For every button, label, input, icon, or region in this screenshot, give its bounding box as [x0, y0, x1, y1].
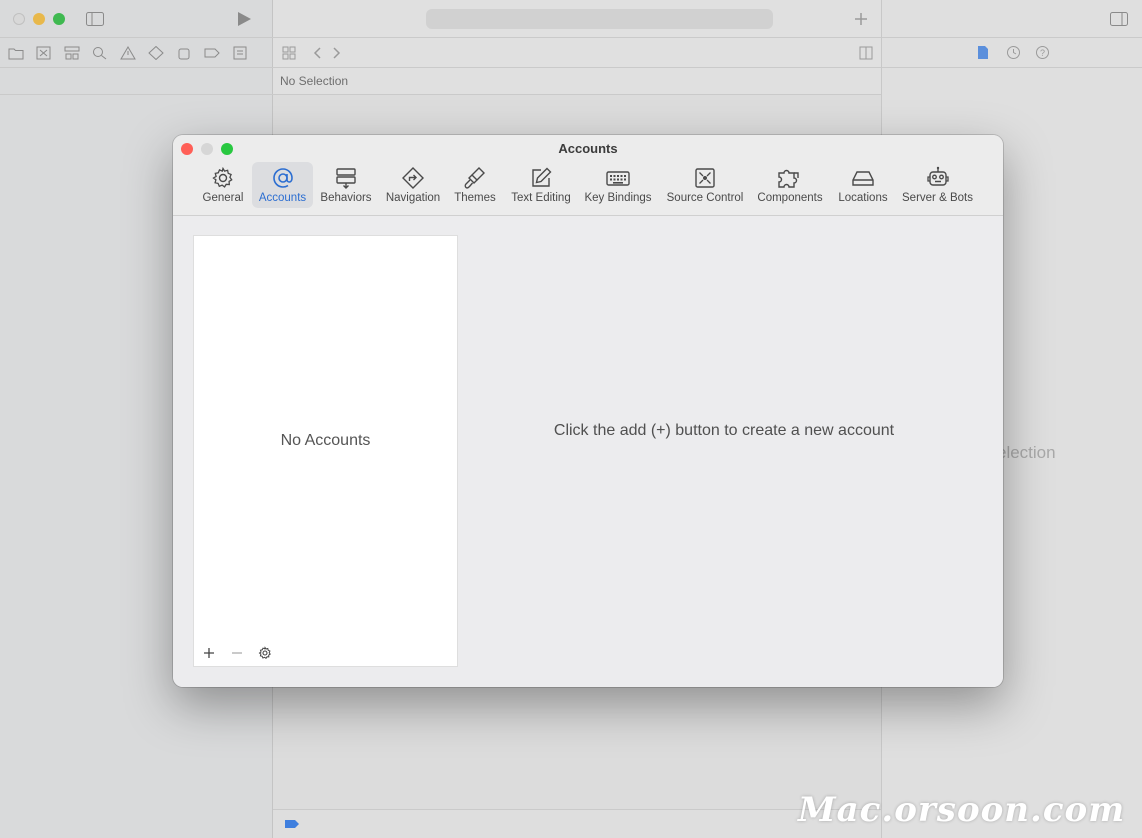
- xcode-close-button[interactable]: [13, 13, 25, 25]
- editor-selection-label: No Selection: [273, 68, 881, 95]
- preferences-window: Accounts General Accounts Behaviors Navi…: [173, 135, 1003, 687]
- tab-label: Themes: [454, 192, 496, 204]
- tab-label: General: [202, 192, 244, 204]
- add-account-button[interactable]: [202, 646, 216, 660]
- breakpoint-icon[interactable]: [204, 46, 220, 60]
- navigation-icon: [402, 167, 424, 189]
- tab-general[interactable]: General: [197, 162, 249, 208]
- chevron-left-icon[interactable]: [313, 46, 323, 60]
- chevron-right-icon[interactable]: [331, 46, 341, 60]
- account-options-gear-icon[interactable]: [258, 646, 272, 660]
- tab-behaviors[interactable]: Behaviors: [317, 162, 375, 208]
- tab-locations[interactable]: Locations: [835, 162, 891, 208]
- pencil-square-icon: [532, 167, 552, 187]
- run-icon[interactable]: [237, 12, 251, 26]
- file-inspector-icon[interactable]: [977, 45, 989, 60]
- brush-icon: [464, 167, 485, 189]
- history-icon[interactable]: [1006, 45, 1021, 60]
- watermark: Mac.orsoon.com: [798, 790, 1126, 830]
- warning-icon[interactable]: [120, 45, 136, 60]
- tab-text-editing[interactable]: Text Editing: [507, 162, 575, 208]
- source-control-nav-icon[interactable]: [36, 46, 52, 60]
- window-title: Accounts: [558, 141, 618, 156]
- tab-components[interactable]: Components: [755, 162, 825, 208]
- drive-icon: [852, 171, 874, 186]
- behaviors-icon: [336, 168, 356, 189]
- tab-accounts[interactable]: Accounts: [252, 162, 313, 208]
- inspector-titlebar: [882, 0, 1142, 38]
- add-icon[interactable]: [854, 12, 868, 26]
- tab-label: Text Editing: [511, 192, 571, 204]
- tab-label: Source Control: [666, 192, 744, 204]
- inspector-no-selection: election: [997, 443, 1056, 462]
- keyboard-icon: [606, 171, 630, 186]
- tab-server-bots[interactable]: Server & Bots: [898, 162, 977, 208]
- accounts-pane: No Accounts Click the add (+) button to …: [173, 216, 1003, 687]
- accounts-list-tools: [202, 646, 272, 660]
- tab-navigation[interactable]: Navigation: [381, 162, 445, 208]
- remove-account-button[interactable]: [230, 646, 244, 660]
- help-icon[interactable]: ?: [1035, 45, 1050, 60]
- xcode-zoom-button[interactable]: [53, 13, 65, 25]
- accounts-empty-label: No Accounts: [280, 432, 371, 449]
- activity-view: [426, 9, 773, 29]
- accounts-list[interactable]: No Accounts: [193, 235, 458, 667]
- tab-label: Key Bindings: [584, 192, 652, 204]
- at-icon: [272, 168, 293, 188]
- tab-label: Locations: [838, 192, 888, 204]
- svg-text:?: ?: [1040, 48, 1045, 58]
- breakpoint-toggle-icon[interactable]: [284, 819, 300, 829]
- preferences-toolbar: General Accounts Behaviors Navigation Th…: [173, 162, 1003, 208]
- grid-icon[interactable]: [282, 46, 296, 60]
- navigator-tabs: [0, 38, 273, 68]
- tab-key-bindings[interactable]: Key Bindings: [581, 162, 655, 208]
- preferences-titlebar: Accounts General Accounts Behaviors Navi…: [173, 135, 1003, 216]
- find-icon[interactable]: [92, 46, 108, 60]
- tab-label: Navigation: [385, 192, 441, 204]
- navigator-titlebar: [0, 0, 273, 38]
- tab-source-control[interactable]: Source Control: [663, 162, 747, 208]
- add-account-hint: Click the add (+) button to create a new…: [553, 422, 895, 439]
- folder-icon[interactable]: [8, 46, 24, 60]
- xcode-minimize-button[interactable]: [33, 13, 45, 25]
- debug-icon[interactable]: [176, 46, 192, 60]
- navigator-filter: [0, 68, 273, 95]
- symbol-icon[interactable]: [64, 46, 80, 60]
- inspector-toggle-icon[interactable]: [1110, 12, 1128, 26]
- gear-icon: [212, 166, 233, 188]
- tab-label: Server & Bots: [902, 192, 973, 204]
- tab-label: Accounts: [258, 192, 307, 204]
- tab-label: Behaviors: [320, 192, 372, 204]
- puzzle-icon: [778, 169, 799, 188]
- source-control-icon: [695, 168, 715, 188]
- tab-themes[interactable]: Themes: [449, 162, 501, 208]
- jump-bar: [273, 38, 881, 68]
- debug-bar: [273, 809, 881, 838]
- robot-icon: [926, 166, 949, 186]
- tab-label: Components: [757, 192, 823, 204]
- test-icon[interactable]: [148, 45, 164, 60]
- sidebar-icon[interactable]: [86, 12, 104, 26]
- inspector-tabs: ?: [882, 38, 1142, 68]
- report-icon[interactable]: [232, 46, 248, 60]
- toolbar: [273, 0, 881, 38]
- add-editor-icon[interactable]: [859, 46, 873, 60]
